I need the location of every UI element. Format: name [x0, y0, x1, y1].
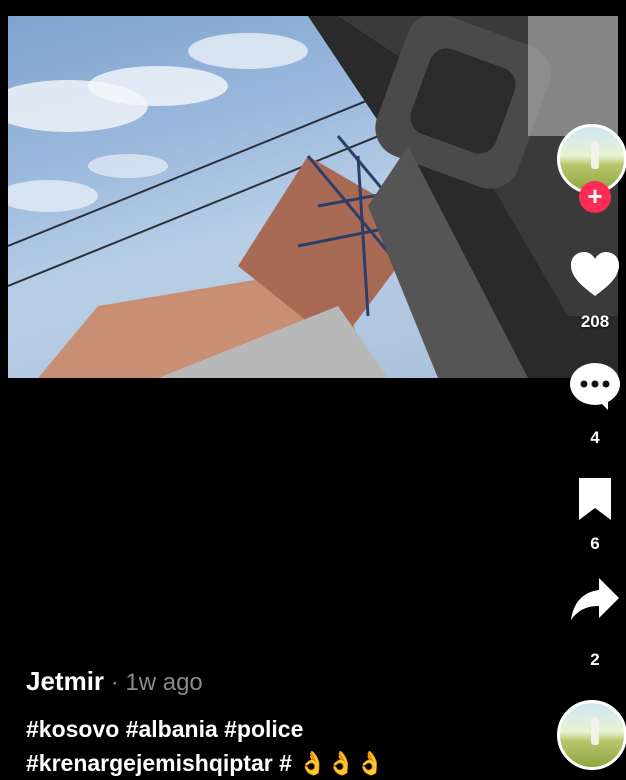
share-arrow-icon	[571, 578, 619, 620]
author-name[interactable]: Jetmir	[26, 666, 104, 696]
follow-button[interactable]: +	[579, 181, 611, 213]
video-player[interactable]	[8, 16, 618, 378]
video-frame-scene	[8, 16, 618, 378]
music-disc-figure	[591, 717, 599, 745]
caption-text: #kosovo #albania #police #krenargejemish…	[26, 712, 546, 780]
music-disc-avatar[interactable]	[557, 700, 626, 770]
like-count: 208	[580, 312, 610, 331]
separator-dot: ·	[104, 669, 126, 696]
top-bar	[0, 0, 626, 16]
save-count: 6	[590, 534, 600, 553]
heart-icon	[571, 252, 619, 296]
bookmark-icon	[579, 478, 611, 520]
share-count: 2	[590, 650, 600, 669]
caption-line-1: #kosovo #albania #police	[26, 716, 304, 742]
comment-icon	[570, 363, 620, 410]
share-button[interactable]	[563, 576, 626, 624]
comment-button[interactable]	[563, 362, 626, 412]
avatar-figure	[591, 141, 599, 169]
comment-count: 4	[590, 428, 600, 447]
post-time: 1w ago	[125, 669, 203, 696]
save-button[interactable]	[563, 476, 626, 522]
caption-line-2: #krenargejemishqiptar # 👌👌👌	[26, 750, 385, 776]
author-line: Jetmir · 1w ago	[26, 666, 203, 697]
like-button[interactable]	[563, 250, 626, 298]
